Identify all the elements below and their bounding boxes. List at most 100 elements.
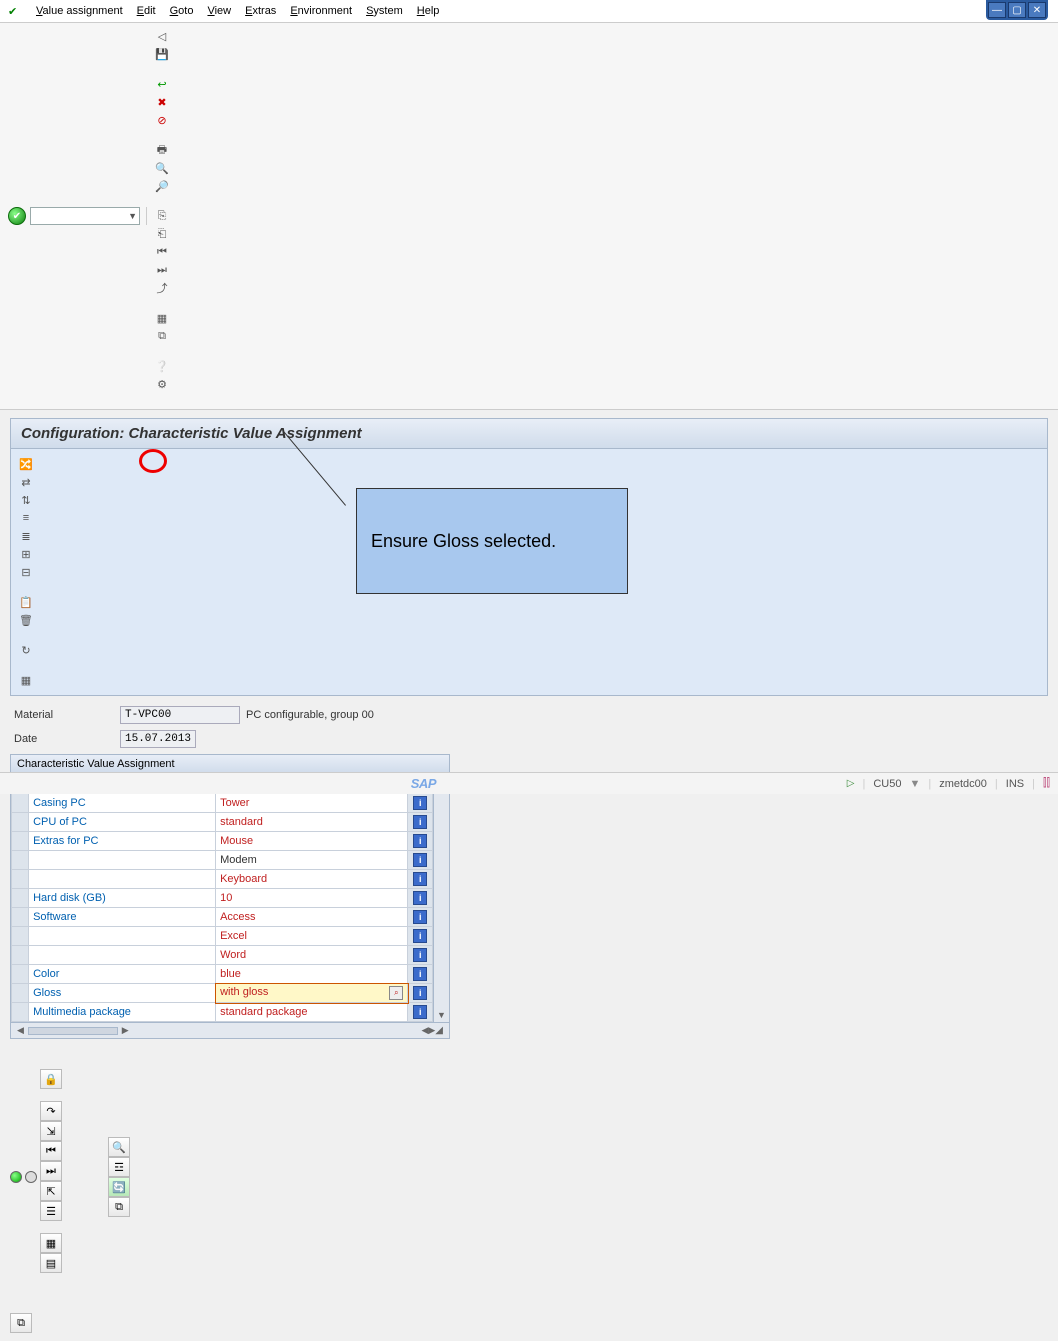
- footer-right-btn-0[interactable]: 🔍: [108, 1137, 130, 1157]
- scroll-down-icon[interactable]: ▼: [437, 1010, 446, 1020]
- scroll-right2-icon[interactable]: ▶: [428, 1025, 435, 1036]
- table-row[interactable]: Multimedia packagestandard packagei: [12, 1003, 433, 1022]
- char-value-cell[interactable]: 10: [216, 889, 408, 908]
- menu-edit[interactable]: Edit: [137, 5, 156, 17]
- char-value-cell[interactable]: standard package: [216, 1003, 408, 1022]
- char-description-cell[interactable]: Casing PC: [29, 794, 216, 813]
- info-icon[interactable]: i: [413, 853, 427, 867]
- toolbar-btn-3-0[interactable]: ⎘: [153, 207, 171, 225]
- row-selector[interactable]: [12, 832, 29, 851]
- info-icon[interactable]: i: [413, 948, 427, 962]
- footer-right-btn-1[interactable]: ☲: [108, 1157, 130, 1177]
- scroll-left2-icon[interactable]: ◀: [421, 1025, 428, 1036]
- info-icon[interactable]: i: [413, 929, 427, 943]
- info-cell[interactable]: i: [408, 927, 433, 946]
- char-description-cell[interactable]: [29, 946, 216, 965]
- toolbar-btn-2-0[interactable]: 🖶: [153, 141, 171, 159]
- info-cell[interactable]: i: [408, 889, 433, 908]
- layout-button[interactable]: ⧉: [10, 1313, 32, 1333]
- toolbar-btn-1-2[interactable]: ⊘: [153, 111, 171, 129]
- enter-button[interactable]: ✔: [8, 207, 26, 225]
- table-row[interactable]: SoftwareAccessi: [12, 908, 433, 927]
- table-row[interactable]: Keyboardi: [12, 870, 433, 889]
- row-selector[interactable]: [12, 927, 29, 946]
- menu-help[interactable]: Help: [417, 5, 440, 17]
- table-row[interactable]: Wordi: [12, 946, 433, 965]
- scroll-left-icon[interactable]: ◀: [17, 1025, 24, 1036]
- menu-system[interactable]: System: [366, 5, 403, 17]
- footer-btn-1-4[interactable]: ⇱: [40, 1181, 62, 1201]
- footer-btn-1-2[interactable]: ⏮: [40, 1141, 62, 1161]
- toolbar-btn-3-1[interactable]: ⎗: [153, 225, 171, 243]
- menu-environment[interactable]: Environment: [290, 5, 352, 17]
- row-selector[interactable]: [12, 908, 29, 927]
- info-cell[interactable]: i: [408, 984, 433, 1003]
- info-icon[interactable]: i: [413, 815, 427, 829]
- toolbar-btn-4-0[interactable]: ▦: [153, 309, 171, 327]
- char-value-cell[interactable]: Modem: [216, 851, 408, 870]
- app-toolbar-btn-0-5[interactable]: ⊞: [17, 545, 35, 563]
- row-selector[interactable]: [12, 1003, 29, 1022]
- minimize-button[interactable]: —: [988, 2, 1006, 18]
- vertical-scrollbar[interactable]: ▲ ▼: [433, 774, 449, 1022]
- menu-value-assignment[interactable]: Value assignment: [36, 5, 123, 17]
- app-toolbar-btn-3-0[interactable]: ▦: [17, 671, 35, 689]
- info-cell[interactable]: i: [408, 832, 433, 851]
- info-cell[interactable]: i: [408, 813, 433, 832]
- char-description-cell[interactable]: Extras for PC: [29, 832, 216, 851]
- toolbar-btn-0-0[interactable]: ◁: [153, 27, 171, 45]
- row-selector[interactable]: [12, 965, 29, 984]
- char-description-cell[interactable]: Color: [29, 965, 216, 984]
- info-icon[interactable]: i: [413, 891, 427, 905]
- char-description-cell[interactable]: CPU of PC: [29, 813, 216, 832]
- info-cell[interactable]: i: [408, 794, 433, 813]
- toolbar-btn-1-0[interactable]: ↩: [153, 75, 171, 93]
- transaction-combo[interactable]: ▼: [30, 207, 140, 225]
- footer-btn-1-1[interactable]: ⇲: [40, 1121, 62, 1141]
- app-toolbar-btn-0-2[interactable]: ⇅: [17, 491, 35, 509]
- char-value-cell[interactable]: Keyboard: [216, 870, 408, 889]
- row-selector[interactable]: [12, 870, 29, 889]
- table-row[interactable]: Hard disk (GB)10i: [12, 889, 433, 908]
- char-description-cell[interactable]: Software: [29, 908, 216, 927]
- toolbar-btn-3-3[interactable]: ⏭: [153, 261, 171, 279]
- info-cell[interactable]: i: [408, 965, 433, 984]
- app-toolbar-btn-0-0[interactable]: 🔀: [17, 455, 35, 473]
- char-value-cell[interactable]: standard: [216, 813, 408, 832]
- toolbar-btn-5-0[interactable]: ❔: [153, 357, 171, 375]
- char-value-cell[interactable]: Tower: [216, 794, 408, 813]
- row-selector[interactable]: [12, 889, 29, 908]
- toolbar-btn-0-1[interactable]: 💾: [153, 45, 171, 63]
- row-selector[interactable]: [12, 946, 29, 965]
- char-description-cell[interactable]: [29, 927, 216, 946]
- char-description-cell[interactable]: [29, 870, 216, 889]
- table-row[interactable]: CPU of PCstandard i: [12, 813, 433, 832]
- info-icon[interactable]: i: [413, 796, 427, 810]
- toolbar-btn-2-1[interactable]: 🔍: [153, 159, 171, 177]
- material-field[interactable]: T-VPC00: [120, 706, 240, 724]
- maximize-button[interactable]: ▢: [1008, 2, 1026, 18]
- toolbar-btn-5-1[interactable]: ⚙: [153, 375, 171, 393]
- info-cell[interactable]: i: [408, 851, 433, 870]
- toolbar-btn-3-4[interactable]: ⤴: [153, 279, 171, 297]
- date-field[interactable]: 15.07.2013: [120, 730, 196, 748]
- app-toolbar-btn-0-1[interactable]: ⇄: [17, 473, 35, 491]
- row-selector[interactable]: [12, 984, 29, 1003]
- resize-corner-icon[interactable]: ◢: [435, 1025, 443, 1036]
- footer-btn-2-1[interactable]: ▤: [40, 1253, 62, 1273]
- app-toolbar-btn-0-4[interactable]: ≣: [17, 527, 35, 545]
- char-description-cell[interactable]: [29, 851, 216, 870]
- nav-indicator-icon[interactable]: ▷: [847, 778, 855, 789]
- status-chart-icon[interactable]: ⫿⫿: [1043, 777, 1050, 790]
- app-toolbar-btn-1-0[interactable]: 📋: [17, 593, 35, 611]
- f4-help-icon[interactable]: ⌕: [389, 986, 403, 1000]
- menu-goto[interactable]: Goto: [170, 5, 194, 17]
- info-cell[interactable]: i: [408, 908, 433, 927]
- close-window-button[interactable]: ✕: [1028, 2, 1046, 18]
- table-row[interactable]: Extras for PCMousei: [12, 832, 433, 851]
- char-value-cell[interactable]: Mouse: [216, 832, 408, 851]
- footer-btn-2-0[interactable]: ▦: [40, 1233, 62, 1253]
- scroll-right-icon[interactable]: ▶: [122, 1025, 129, 1036]
- menu-extras[interactable]: Extras: [245, 5, 276, 17]
- info-cell[interactable]: i: [408, 946, 433, 965]
